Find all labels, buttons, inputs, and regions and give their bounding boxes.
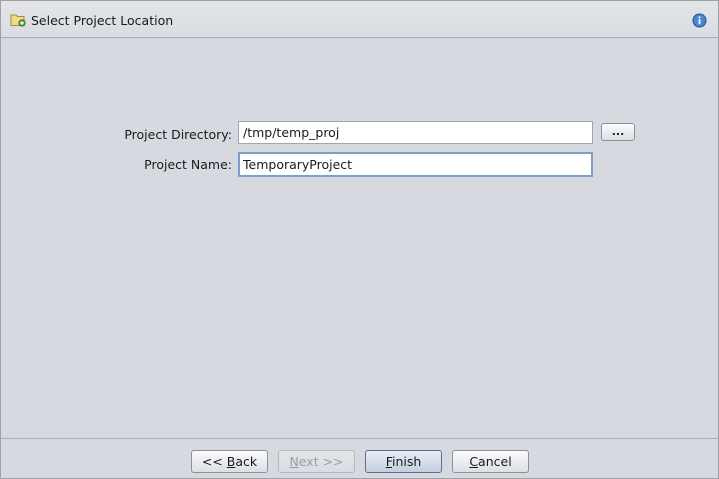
- cancel-button-rest: ancel: [478, 454, 512, 469]
- wizard-header: Select Project Location: [1, 1, 718, 38]
- wizard-content: [1, 38, 718, 437]
- finish-button-rest: inish: [391, 454, 422, 469]
- browse-button[interactable]: ...: [601, 123, 635, 141]
- project-name-field[interactable]: [238, 152, 593, 177]
- project-name-label: Project Name:: [144, 157, 232, 172]
- finish-button[interactable]: Finish: [365, 450, 442, 473]
- project-directory-field[interactable]: [238, 121, 593, 144]
- folder-add-icon: [10, 13, 26, 27]
- next-button-mnemonic: N: [289, 454, 299, 469]
- back-button-prefix: <<: [201, 454, 227, 469]
- next-button-rest: ext >>: [298, 454, 344, 469]
- cancel-button-mnemonic: C: [469, 454, 479, 469]
- wizard-window: Select Project Location Project Director…: [0, 0, 719, 479]
- next-button[interactable]: Next >>: [278, 450, 355, 473]
- back-button[interactable]: << Back: [191, 450, 268, 473]
- back-button-rest: ack: [235, 454, 258, 469]
- page-title: Select Project Location: [31, 13, 174, 28]
- button-bar-separator: [1, 438, 718, 439]
- info-icon[interactable]: [692, 13, 707, 28]
- project-directory-label: Project Directory:: [124, 127, 232, 142]
- cancel-button[interactable]: Cancel: [452, 450, 529, 473]
